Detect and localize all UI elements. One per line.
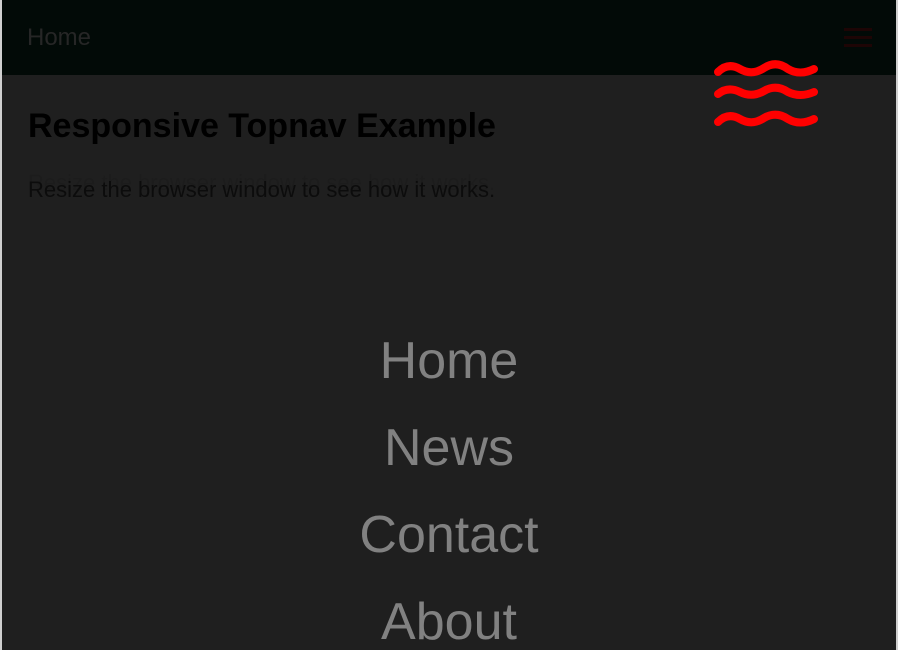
overlay-menu-panel: Home Responsive Topnav Example Resize th…	[2, 0, 896, 650]
overlay-nav: Home News Contact About	[2, 318, 896, 650]
overlay-link-home[interactable]: Home	[2, 318, 896, 405]
page-description-dimmed: Resize the browser window to see how it …	[28, 177, 496, 202]
topnav-home-link-dimmed: Home	[27, 24, 92, 51]
hamburger-icon-dimmed	[844, 28, 872, 48]
overlay-link-about[interactable]: About	[2, 579, 896, 650]
page-title-dimmed: Responsive Topnav Example	[28, 107, 496, 145]
close-icon[interactable]	[710, 56, 822, 134]
overlay-link-news[interactable]: News	[2, 405, 896, 492]
browser-viewport: Home Responsive Topnav Example Resize th…	[0, 0, 898, 650]
overlay-link-contact[interactable]: Contact	[2, 492, 896, 579]
